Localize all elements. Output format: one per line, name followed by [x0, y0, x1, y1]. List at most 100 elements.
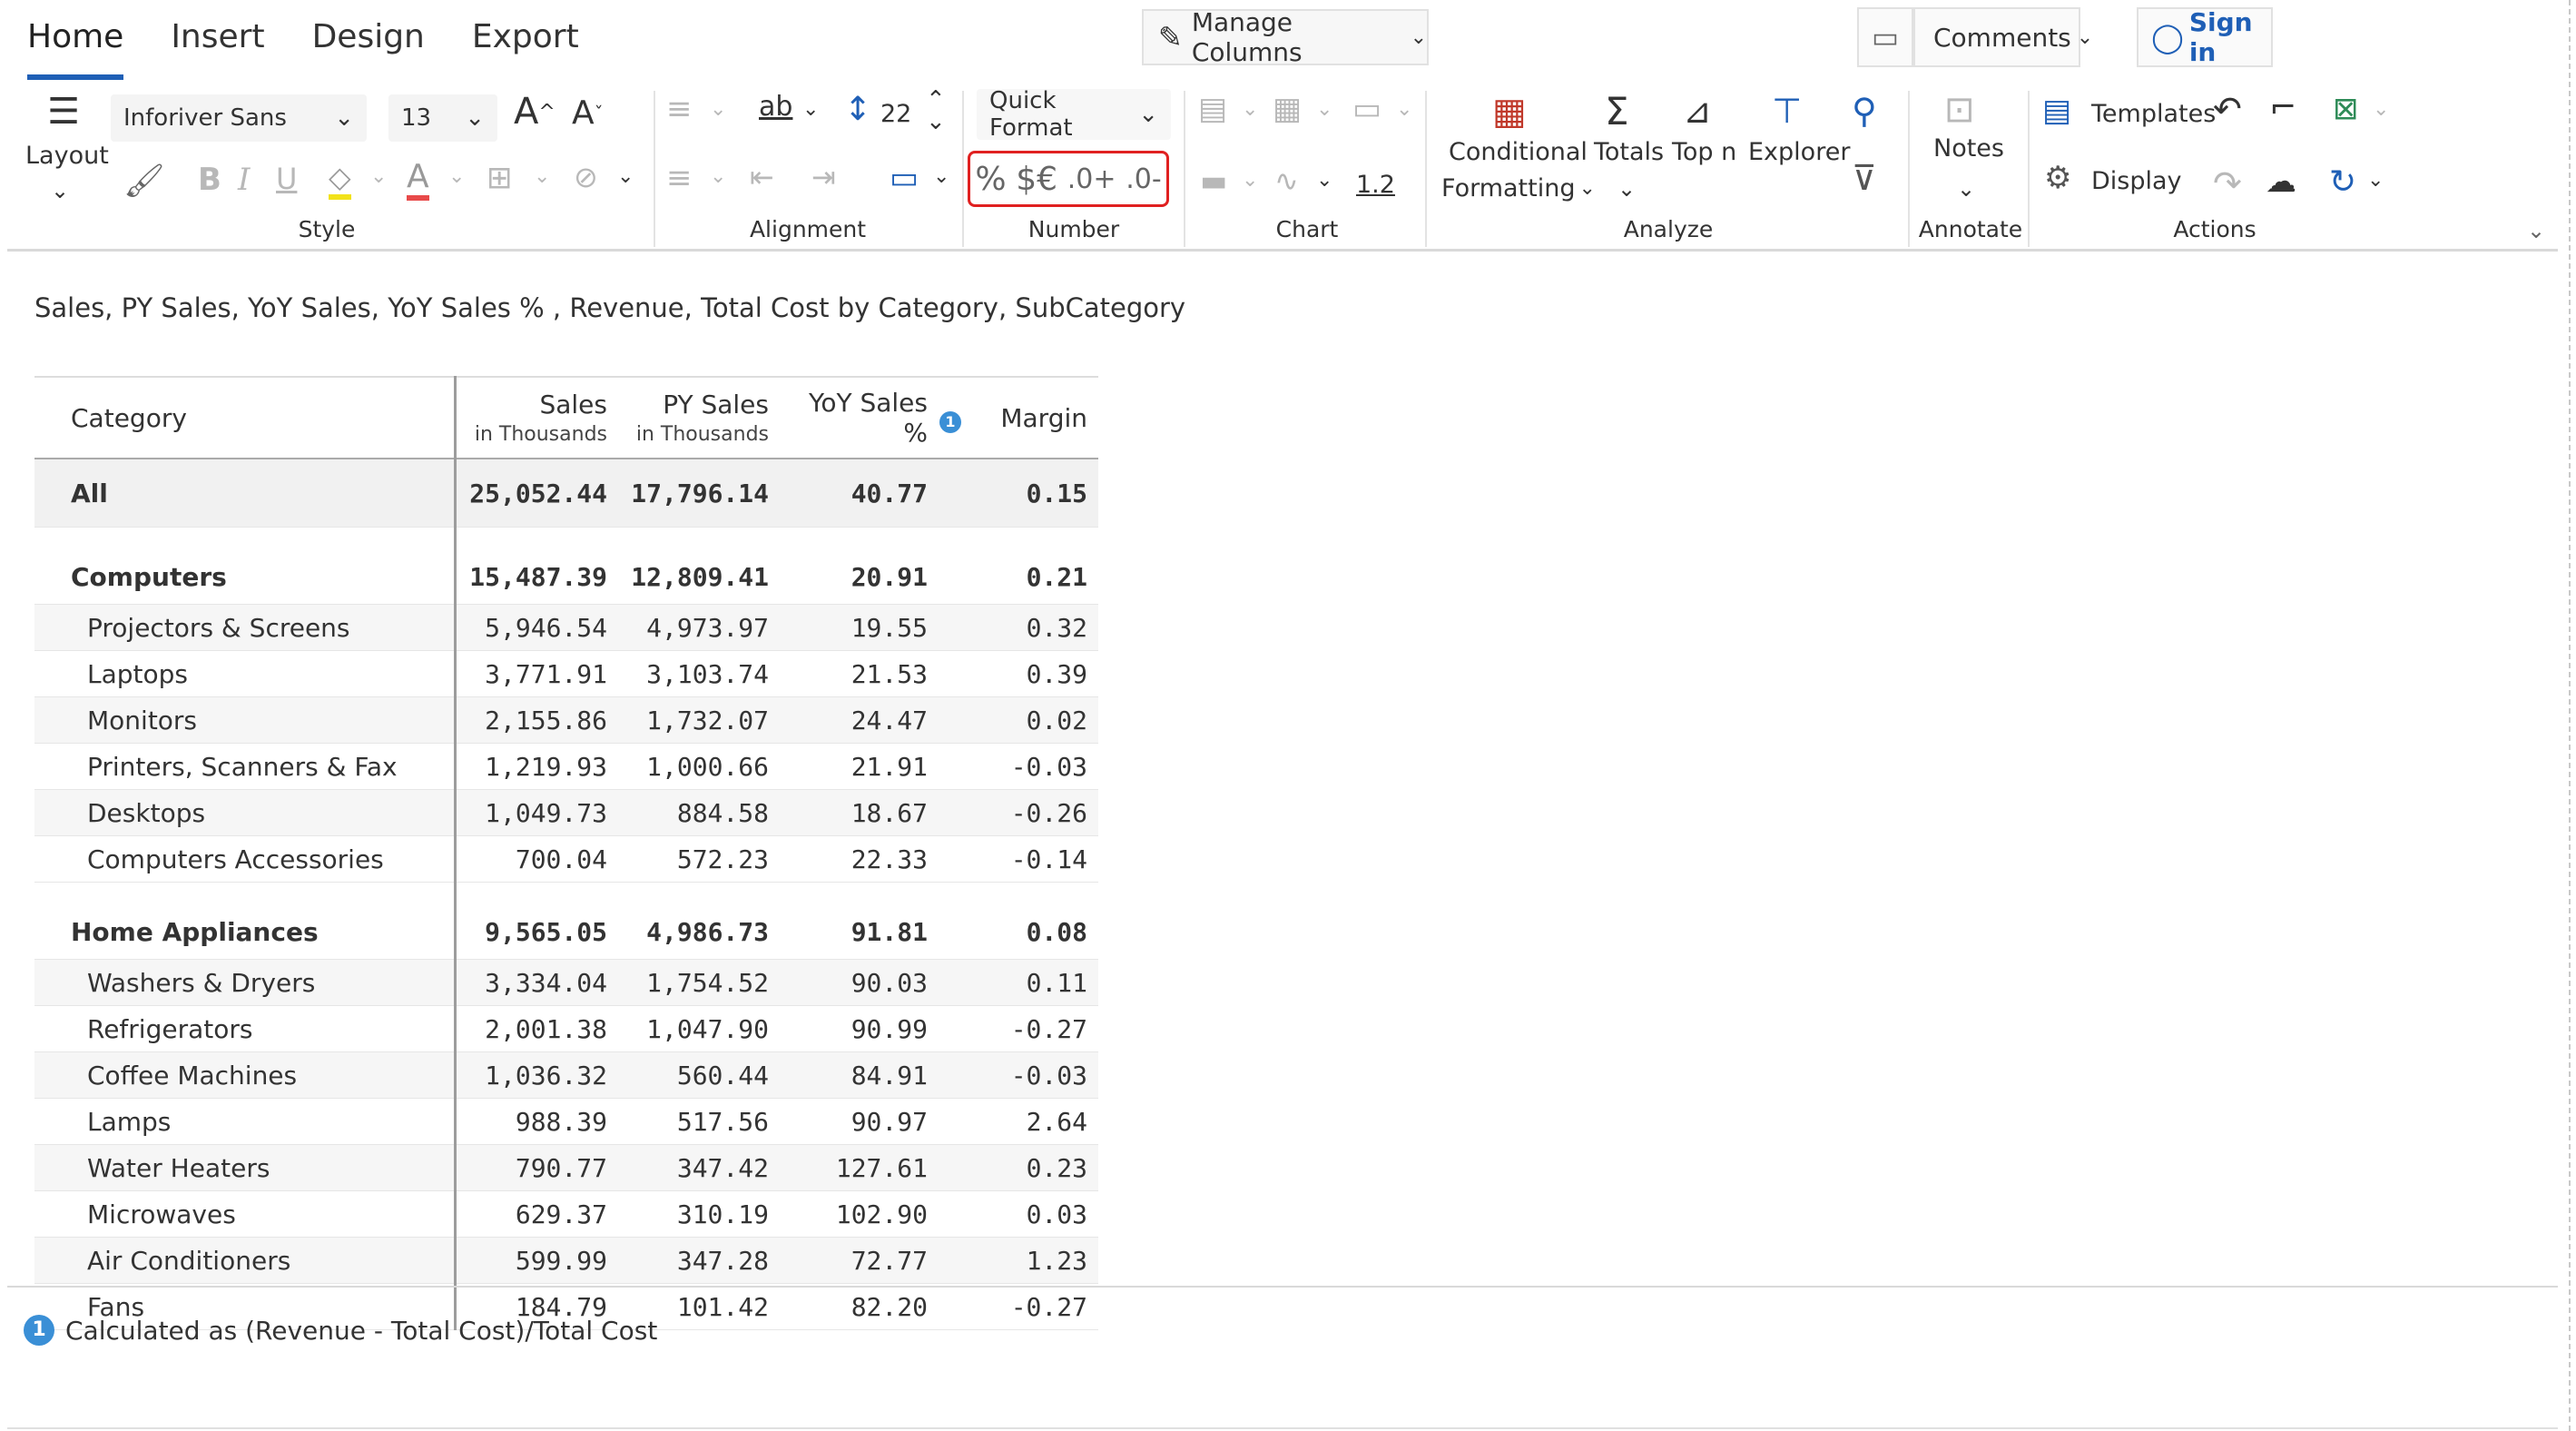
col-header-margin[interactable]: Margin	[995, 376, 1098, 459]
text-wrap-icon[interactable]: ab	[759, 91, 792, 123]
totals-label[interactable]: Totals	[1594, 138, 1664, 166]
redo-icon[interactable]: ↷	[2213, 163, 2242, 203]
increase-decimal-button[interactable]: .0+	[1067, 163, 1116, 195]
filter-icon[interactable]: ⊽	[1852, 158, 1877, 198]
info-badge[interactable]: 1	[939, 410, 961, 433]
category-row[interactable]: Computers 15,487.39 12,809.41 20.91 0.21	[34, 549, 1098, 605]
cell-padding-icon[interactable]: ▭	[890, 160, 919, 196]
comments-dropdown[interactable]: Comments ⌄	[1913, 7, 2093, 67]
conditional-formatting-label-2[interactable]: Formatting ⌄	[1441, 174, 1596, 202]
chevron-down-icon[interactable]: ⌄	[1396, 98, 1412, 121]
col-header-yoy-pct[interactable]: YoY Sales %	[780, 376, 939, 459]
col-header-sales[interactable]: Sales in Thousands	[455, 376, 618, 459]
decrease-decimal-button[interactable]: .0-	[1126, 163, 1161, 195]
chevron-down-icon[interactable]: ⌄	[534, 165, 550, 188]
subcategory-row[interactable]: Water Heaters 790.77 347.42 127.61 0.23	[34, 1144, 1098, 1191]
explorer-icon[interactable]: ⊤	[1772, 91, 1802, 131]
waterfall-chart-icon[interactable]: ▦	[1273, 91, 1302, 127]
collapse-ribbon-icon[interactable]: ⌄	[2527, 218, 2545, 243]
explorer-label[interactable]: Explorer	[1748, 138, 1850, 166]
add-comment-button[interactable]: ▭	[1857, 7, 1913, 67]
chevron-down-icon[interactable]: ⌄	[1957, 176, 1975, 202]
notes-label[interactable]: Notes	[1933, 134, 2004, 163]
subcategory-row[interactable]: Lamps 988.39 517.56 90.97 2.64	[34, 1098, 1098, 1145]
refresh-icon[interactable]: ↻	[2329, 163, 2356, 201]
bold-icon[interactable]: B	[198, 162, 221, 198]
row-height-value[interactable]: 22	[880, 100, 911, 128]
data-label-value[interactable]: 1.2	[1356, 171, 1395, 199]
display-label[interactable]: Display	[2091, 167, 2182, 195]
chevron-down-icon[interactable]: ⌄	[710, 165, 726, 188]
cloud-upload-icon[interactable]: ☁	[2266, 163, 2296, 200]
conditional-formatting-label[interactable]: Conditional	[1449, 138, 1588, 166]
subcategory-row[interactable]: Printers, Scanners & Fax 1,219.93 1,000.66…	[34, 743, 1098, 790]
increase-font-icon[interactable]: A ^	[514, 91, 556, 133]
undo-icon[interactable]: ↶	[2213, 89, 2242, 129]
subcategory-row[interactable]: Desktops 1,049.73 884.58 18.67 -0.26	[34, 789, 1098, 836]
search-icon[interactable]: ⚲	[1852, 91, 1877, 131]
templates-icon[interactable]: ▤	[2042, 93, 2071, 129]
row-height-icon[interactable]: ↕	[844, 91, 871, 128]
ruler-icon[interactable]: ⌐	[2269, 89, 2296, 126]
category-row[interactable]: Home Appliances 9,565.05 4,986.73 91.81 0.08	[34, 904, 1098, 960]
subcategory-row[interactable]: Microwaves 629.37 310.19 102.90 0.03	[34, 1190, 1098, 1238]
bar-chart-icon[interactable]: ▤	[1198, 91, 1227, 127]
row-height-stepper[interactable]: ⌃ ⌄	[926, 88, 946, 133]
total-row[interactable]: All 25,052.44 17,796.14 40.77 0.15	[34, 459, 1098, 528]
italic-icon[interactable]: I	[238, 162, 250, 198]
subcategory-row[interactable]: Washers & Dryers 3,334.04 1,754.52 90.03 0.1…	[34, 959, 1098, 1006]
subcategory-row[interactable]: Computers Accessories 700.04 572.23 22.33 -0…	[34, 835, 1098, 883]
sparkline-icon[interactable]: ∿	[1274, 163, 1299, 198]
fill-color-icon[interactable]: ◇	[329, 160, 351, 200]
chevron-down-icon[interactable]: ⌄	[617, 165, 634, 188]
tab-export[interactable]: Export	[472, 9, 579, 74]
percent-format-button[interactable]: %	[975, 161, 1006, 198]
sign-in-button[interactable]: ◯ Sign in	[2137, 7, 2273, 67]
templates-label[interactable]: Templates	[2091, 100, 2216, 128]
subcategory-row[interactable]: Air Conditioners 599.99 347.28 72.77 1.23	[34, 1237, 1098, 1284]
indent-icon[interactable]: ⇥	[811, 160, 836, 194]
tab-design[interactable]: Design	[312, 9, 425, 74]
borders-icon[interactable]: ⊞	[487, 160, 513, 196]
font-color-icon[interactable]: A	[407, 158, 429, 201]
subcategory-row[interactable]: Refrigerators 2,001.38 1,047.90 90.99 -0.27	[34, 1005, 1098, 1052]
tab-insert[interactable]: Insert	[171, 9, 264, 74]
outdent-icon[interactable]: ⇤	[750, 160, 774, 194]
tab-home[interactable]: Home	[27, 9, 124, 80]
align-left-icon[interactable]: ≡	[666, 91, 693, 127]
excel-icon[interactable]: ⊠	[2333, 91, 2359, 127]
col-header-py-sales[interactable]: PY Sales in Thousands	[618, 376, 780, 459]
hide-icon[interactable]: ⊘	[574, 160, 598, 194]
subcategory-row[interactable]: Projectors & Screens 5,946.54 4,973.97 19.5…	[34, 604, 1098, 651]
font-family-select[interactable]: Inforiver Sans ⌄	[111, 94, 367, 142]
chevron-down-icon[interactable]: ⌄	[370, 165, 387, 188]
chevron-down-icon[interactable]: ⌄	[2373, 98, 2389, 121]
chevron-down-icon[interactable]: ⌄	[448, 165, 465, 188]
chevron-down-icon[interactable]: ⌄	[2367, 169, 2384, 192]
chevron-down-icon[interactable]: ⌄	[1242, 169, 1258, 192]
chevron-down-icon[interactable]: ⌄	[1617, 176, 1636, 202]
add-note-icon[interactable]: ⊡	[1944, 89, 1975, 131]
font-size-select[interactable]: 13 ⌄	[388, 94, 497, 142]
top-n-label[interactable]: Top n	[1672, 138, 1736, 166]
subcategory-row[interactable]: Coffee Machines 1,036.32 560.44 84.91 -0.03	[34, 1051, 1098, 1099]
chevron-down-icon[interactable]: ⌄	[1242, 98, 1258, 121]
chevron-down-icon[interactable]: ⌄	[1316, 98, 1332, 121]
chevron-down-icon[interactable]: ⌄	[1316, 169, 1332, 192]
sparkbar-icon[interactable]: ▬	[1200, 163, 1227, 198]
sigma-icon[interactable]: Σ	[1605, 89, 1629, 133]
format-painter-icon[interactable]: 🖌	[123, 162, 165, 200]
decrease-font-icon[interactable]: Aˇ	[572, 94, 604, 132]
chevron-down-icon[interactable]: ⌄	[933, 165, 949, 188]
underline-icon[interactable]: U	[276, 162, 297, 196]
chevron-down-icon[interactable]: ⌄	[802, 98, 819, 121]
quick-format-dropdown[interactable]: Quick Format ⌄	[977, 87, 1171, 142]
variance-chart-icon[interactable]: ▭	[1352, 91, 1381, 127]
chevron-down-icon[interactable]: ⌄	[51, 178, 69, 203]
col-header-category[interactable]: Category	[34, 376, 457, 459]
layout-button[interactable]: ☰	[36, 91, 91, 133]
currency-format-button[interactable]: $€	[1016, 161, 1057, 198]
manage-columns-button[interactable]: ✎ Manage Columns ⌄	[1142, 7, 1429, 67]
top-n-icon[interactable]: ⊿	[1683, 91, 1712, 131]
chevron-down-icon[interactable]: ⌄	[710, 98, 726, 121]
